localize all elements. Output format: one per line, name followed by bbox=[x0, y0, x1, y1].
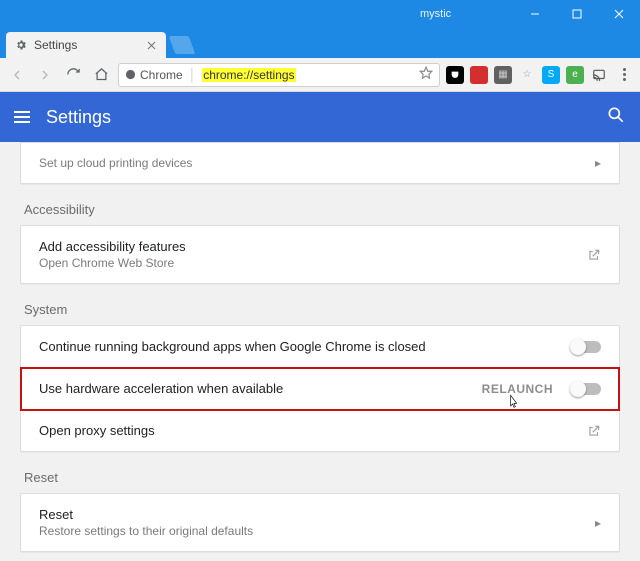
forward-button[interactable] bbox=[34, 64, 56, 86]
system-card: Continue running background apps when Go… bbox=[20, 325, 620, 452]
hardware-accel-label: Use hardware acceleration when available bbox=[39, 381, 470, 396]
address-bar[interactable]: Chrome │ chrome://settings bbox=[118, 63, 440, 87]
relaunch-button[interactable]: RELAUNCH bbox=[482, 382, 553, 396]
settings-header: Settings bbox=[0, 92, 640, 142]
reset-title: Reset bbox=[39, 507, 583, 522]
extension-skype-icon[interactable]: S bbox=[542, 66, 560, 84]
extension-red-icon[interactable] bbox=[470, 66, 488, 84]
extension-cast-icon[interactable] bbox=[590, 66, 608, 84]
home-button[interactable] bbox=[90, 64, 112, 86]
cloud-printing-card: Set up cloud printing devices ▸ bbox=[20, 142, 620, 184]
section-accessibility: Accessibility bbox=[24, 202, 616, 217]
window-close-button[interactable] bbox=[598, 0, 640, 28]
reset-sub: Restore settings to their original defau… bbox=[39, 524, 583, 538]
chrome-icon bbox=[125, 69, 136, 80]
extension-star-icon[interactable]: ☆ bbox=[518, 66, 536, 84]
settings-content[interactable]: Set up cloud printing devices ▸ Accessib… bbox=[0, 142, 640, 561]
gear-icon bbox=[14, 38, 28, 52]
new-tab-button[interactable] bbox=[169, 36, 196, 54]
tab-strip: Settings bbox=[0, 28, 640, 58]
reload-button[interactable] bbox=[62, 64, 84, 86]
extension-pocket-icon[interactable] bbox=[446, 66, 464, 84]
accessibility-card: Add accessibility features Open Chrome W… bbox=[20, 225, 620, 284]
accessibility-sub: Open Chrome Web Store bbox=[39, 256, 575, 270]
external-link-icon bbox=[587, 248, 601, 262]
background-apps-toggle[interactable] bbox=[571, 341, 601, 353]
reset-row[interactable]: Reset Restore settings to their original… bbox=[21, 494, 619, 551]
external-link-icon bbox=[587, 424, 601, 438]
browser-menu-button[interactable] bbox=[614, 68, 634, 81]
window-minimize-button[interactable] bbox=[514, 0, 556, 28]
cloud-printing-row[interactable]: Set up cloud printing devices ▸ bbox=[21, 143, 619, 183]
proxy-label: Open proxy settings bbox=[39, 423, 575, 438]
reset-card: Reset Restore settings to their original… bbox=[20, 493, 620, 552]
hardware-accel-toggle[interactable] bbox=[571, 383, 601, 395]
menu-icon[interactable] bbox=[14, 111, 30, 123]
back-button[interactable] bbox=[6, 64, 28, 86]
extension-icons: ▦ ☆ S e bbox=[446, 66, 608, 84]
accessibility-row[interactable]: Add accessibility features Open Chrome W… bbox=[21, 226, 619, 283]
tab-title: Settings bbox=[34, 38, 144, 52]
tab-close-button[interactable] bbox=[144, 38, 158, 52]
url-text: chrome://settings bbox=[202, 68, 295, 82]
proxy-row[interactable]: Open proxy settings bbox=[21, 410, 619, 451]
tab-settings[interactable]: Settings bbox=[6, 32, 166, 58]
extension-grey-icon[interactable]: ▦ bbox=[494, 66, 512, 84]
background-apps-label: Continue running background apps when Go… bbox=[39, 339, 559, 354]
chevron-right-icon: ▸ bbox=[595, 516, 601, 530]
hardware-accel-row[interactable]: Use hardware acceleration when available… bbox=[21, 368, 619, 410]
page-title: Settings bbox=[46, 107, 590, 128]
chevron-right-icon: ▸ bbox=[595, 156, 601, 170]
window-user-label: mystic bbox=[420, 8, 451, 20]
extension-green-icon[interactable]: e bbox=[566, 66, 584, 84]
window-titlebar: mystic bbox=[0, 0, 640, 28]
search-icon[interactable] bbox=[606, 105, 626, 130]
background-apps-row[interactable]: Continue running background apps when Go… bbox=[21, 326, 619, 368]
cloud-printing-label: Set up cloud printing devices bbox=[39, 156, 583, 170]
origin-label: Chrome bbox=[140, 68, 183, 82]
bookmark-star-icon[interactable] bbox=[419, 66, 433, 83]
section-system: System bbox=[24, 302, 616, 317]
browser-toolbar: Chrome │ chrome://settings ▦ ☆ S e bbox=[0, 58, 640, 92]
section-reset: Reset bbox=[24, 470, 616, 485]
accessibility-title: Add accessibility features bbox=[39, 239, 575, 254]
site-identity[interactable]: Chrome bbox=[125, 68, 183, 82]
window-maximize-button[interactable] bbox=[556, 0, 598, 28]
